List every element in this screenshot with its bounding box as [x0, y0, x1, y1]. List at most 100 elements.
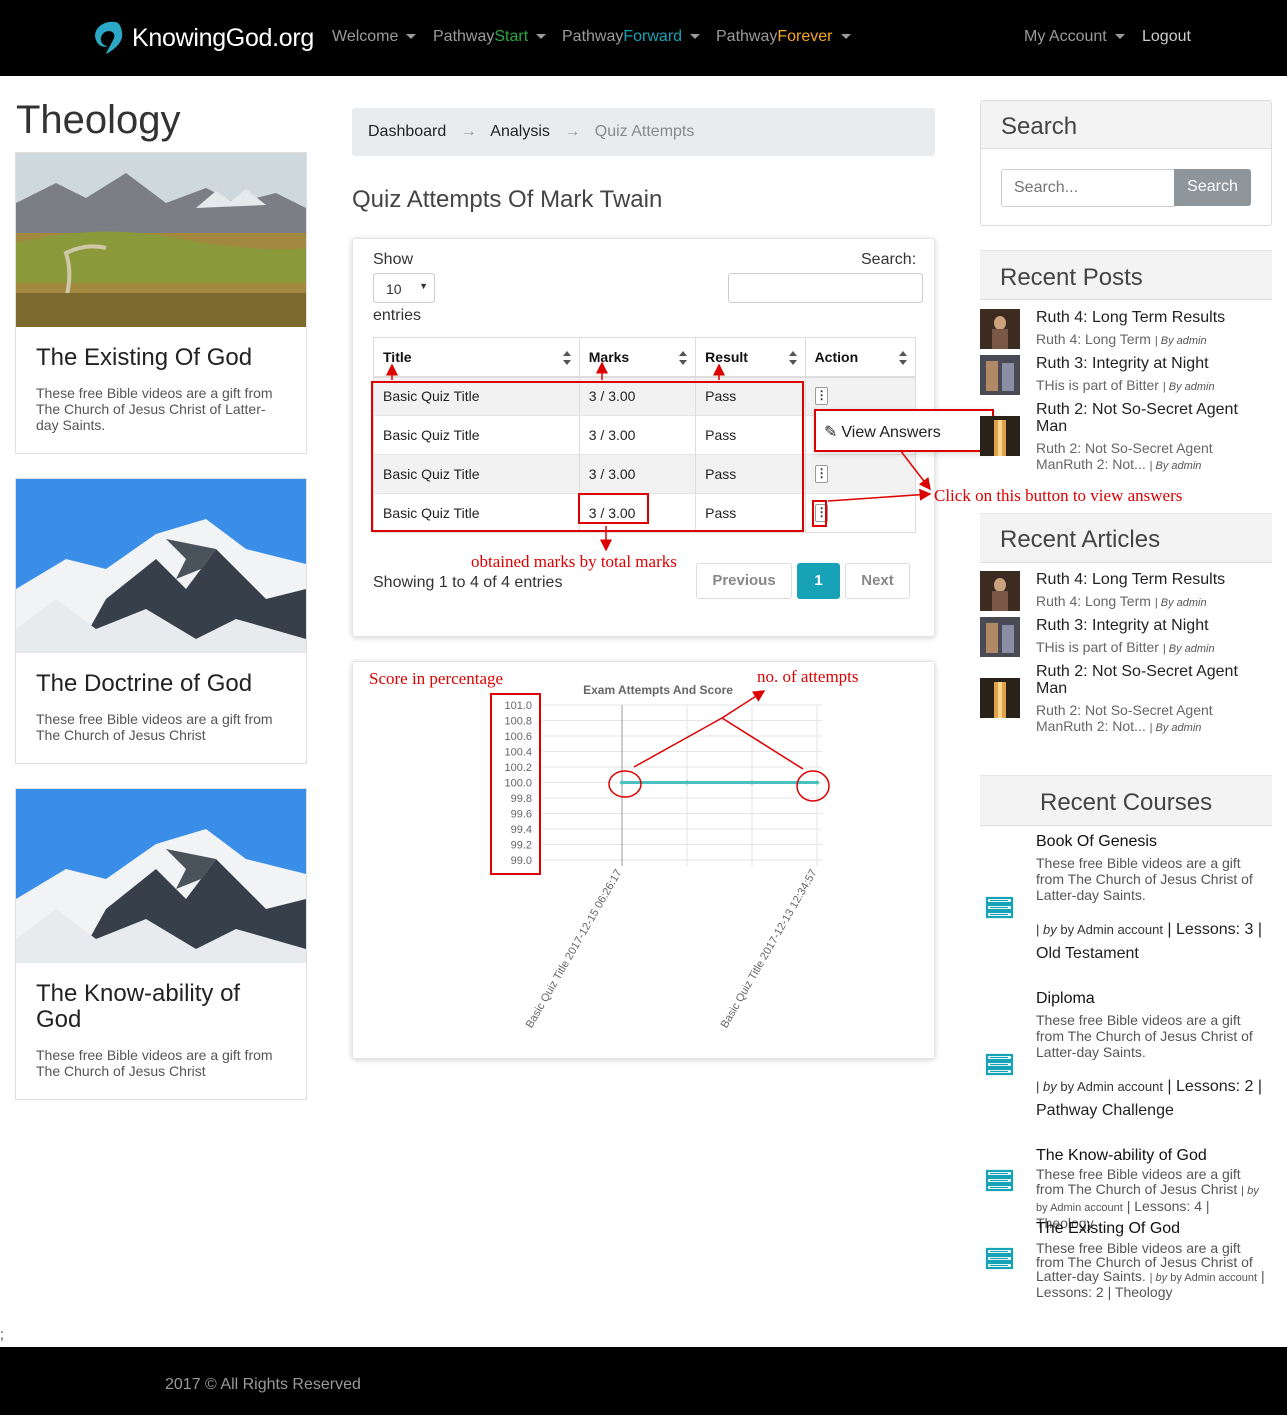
y-tick-label: 100.8 — [504, 716, 532, 728]
nav-forward-suffix: Forward — [623, 28, 683, 45]
article-thumbnail — [980, 678, 1020, 718]
y-tick-label: 99.0 — [511, 855, 532, 867]
y-tick-label: 100.6 — [504, 731, 532, 743]
post-meta: THis is part of Bitter | By admin — [1036, 377, 1215, 393]
breadcrumb-analysis[interactable]: Analysis — [490, 123, 550, 140]
table-search-input[interactable] — [728, 273, 923, 303]
column-header-marks[interactable]: Marks — [578, 337, 696, 378]
course-title[interactable]: Book Of Genesis — [1036, 833, 1157, 851]
course-title[interactable]: The Know-ability of God — [1036, 1147, 1207, 1165]
card-title[interactable]: The Existing Of God — [36, 345, 286, 371]
course-card[interactable]: The Existing Of God These free Bible vid… — [15, 152, 307, 454]
post-author: By admin — [1168, 381, 1215, 393]
x-tick-label: Basic Quiz Title 2017-12-15 06:26:17 — [524, 868, 625, 1031]
chevron-down-icon — [406, 34, 417, 40]
pagination-page[interactable]: 1 — [797, 563, 840, 599]
course-lessons: Lessons: 2 — [1176, 1078, 1254, 1095]
course-card[interactable]: The Know-ability of God These free Bible… — [15, 788, 307, 1100]
column-header-action[interactable]: Action — [804, 337, 917, 378]
article-title[interactable]: Ruth 2: Not So-Secret Agent Man — [1036, 663, 1266, 697]
cell-result: Pass — [695, 493, 806, 533]
brand-name: KnowingGod.org — [132, 23, 315, 52]
nav-forever-suffix: Forever — [777, 28, 833, 45]
article-item[interactable]: Ruth 2: Not So-Secret Agent Man Ruth 2: … — [980, 663, 1272, 734]
view-answers-label: View Answers — [841, 424, 941, 441]
sidebar-search-button[interactable]: Search — [1174, 169, 1251, 206]
select-arrow-icon: ▼ — [419, 281, 428, 291]
course-category[interactable]: Pathway Challenge — [1036, 1102, 1174, 1119]
post-excerpt: Ruth 4: Long Term — [1036, 331, 1151, 347]
view-answers-menu-item[interactable]: ✎ View Answers — [814, 409, 994, 452]
course-title[interactable]: The Existing Of God — [1036, 1220, 1180, 1238]
post-item[interactable]: Ruth 4: Long Term Results Ruth 4: Long T… — [980, 309, 1272, 349]
column-header-result[interactable]: Result — [695, 337, 806, 378]
cell-marks: 3 / 3.00 — [578, 454, 696, 494]
y-tick-label: 101.0 — [504, 700, 532, 712]
course-text-body: These free Bible videos are a gift from … — [1036, 1166, 1241, 1197]
card-text: These free Bible videos are a gift from … — [36, 1047, 273, 1079]
search-widget-title: Search — [981, 101, 1271, 149]
cell-result: Pass — [695, 415, 806, 455]
column-header-label: Marks — [588, 348, 630, 365]
column-header-title[interactable]: Title — [373, 337, 580, 378]
nav-start-suffix: Start — [494, 28, 529, 45]
article-title[interactable]: Ruth 4: Long Term Results — [1036, 571, 1266, 588]
nav-logout[interactable]: Logout — [1142, 28, 1191, 46]
article-item[interactable]: Ruth 3: Integrity at Night THis is part … — [980, 617, 1272, 657]
card-image-meadow — [16, 153, 306, 327]
course-item[interactable]: The Know-ability of God These free Bible… — [980, 1147, 1272, 1231]
course-card[interactable]: The Doctrine of God These free Bible vid… — [15, 478, 307, 764]
pagination-next[interactable]: Next — [845, 563, 910, 599]
entries-label: entries — [373, 307, 422, 324]
course-category[interactable]: Old Testament — [1036, 945, 1139, 962]
post-title[interactable]: Ruth 2: Not So-Secret Agent Man — [1036, 401, 1266, 435]
article-title[interactable]: Ruth 3: Integrity at Night — [1036, 617, 1266, 634]
y-tick-label: 99.2 — [511, 840, 532, 852]
cell-marks: 3 / 3.00 — [578, 493, 696, 533]
article-meta: Ruth 4: Long Term | By admin — [1036, 593, 1207, 609]
post-item[interactable]: Ruth 2: Not So-Secret Agent Man Ruth 2: … — [980, 401, 1272, 472]
course-title[interactable]: Diploma — [1036, 990, 1095, 1008]
article-excerpt: THis is part of Bitter — [1036, 639, 1159, 655]
card-title[interactable]: The Know-ability of God — [36, 981, 286, 1033]
course-item[interactable]: The Existing Of God These free Bible vid… — [980, 1220, 1272, 1300]
books-icon — [985, 1247, 1014, 1270]
column-header-label: Title — [383, 348, 412, 365]
nav-my-account[interactable]: My Account — [1024, 28, 1125, 46]
chevron-down-icon — [690, 34, 701, 40]
post-author: By admin — [1160, 335, 1207, 347]
course-item[interactable]: Book Of Genesis These free Bible videos … — [980, 833, 1272, 968]
nav-pathway-forever[interactable]: PathwayForever — [716, 28, 851, 46]
row-action-button[interactable]: ⋮ — [814, 465, 828, 484]
nav-welcome[interactable]: Welcome — [332, 28, 417, 46]
post-meta: Ruth 2: Not So-Secret Agent ManRuth 2: N… — [1036, 440, 1213, 472]
article-meta: THis is part of Bitter | By admin — [1036, 639, 1215, 655]
data-point — [685, 780, 689, 785]
nav-pathway-forward[interactable]: PathwayForward — [562, 28, 701, 46]
nav-pathway-start[interactable]: PathwayStart — [433, 28, 547, 46]
course-lessons: Lessons: 4 — [1134, 1198, 1202, 1214]
table-row: Basic Quiz Title 3 / 3.00 Pass ⋮ — [373, 493, 917, 533]
article-item[interactable]: Ruth 4: Long Term Results Ruth 4: Long T… — [980, 571, 1272, 611]
article-excerpt: Ruth 4: Long Term — [1036, 593, 1151, 609]
data-point — [815, 780, 819, 785]
card-title[interactable]: The Doctrine of God — [36, 671, 286, 697]
post-item[interactable]: Ruth 3: Integrity at Night THis is part … — [980, 355, 1272, 395]
pagination-previous[interactable]: Previous — [696, 563, 792, 599]
row-action-button[interactable]: ⋮ — [814, 387, 828, 406]
course-item[interactable]: Diploma These free Bible videos are a gi… — [980, 990, 1272, 1125]
course-category[interactable]: Theology — [1115, 1284, 1173, 1300]
breadcrumb-dashboard[interactable]: Dashboard — [368, 123, 446, 140]
sidebar-search-input[interactable] — [1001, 169, 1175, 207]
post-title[interactable]: Ruth 4: Long Term Results — [1036, 309, 1266, 326]
post-thumbnail — [980, 355, 1020, 395]
row-action-button[interactable]: ⋮ — [814, 504, 828, 523]
article-meta: Ruth 2: Not So-Secret Agent ManRuth 2: N… — [1036, 702, 1213, 734]
nav-forever-prefix: Pathway — [716, 28, 778, 45]
logo-icon — [95, 21, 123, 54]
cell-title: Basic Quiz Title — [373, 454, 580, 494]
post-title[interactable]: Ruth 3: Integrity at Night — [1036, 355, 1266, 372]
course-lessons: Lessons: 3 — [1176, 921, 1254, 938]
entries-select[interactable]: 10 ▼ — [373, 273, 435, 303]
brand-logo[interactable]: KnowingGod.org — [88, 18, 314, 58]
